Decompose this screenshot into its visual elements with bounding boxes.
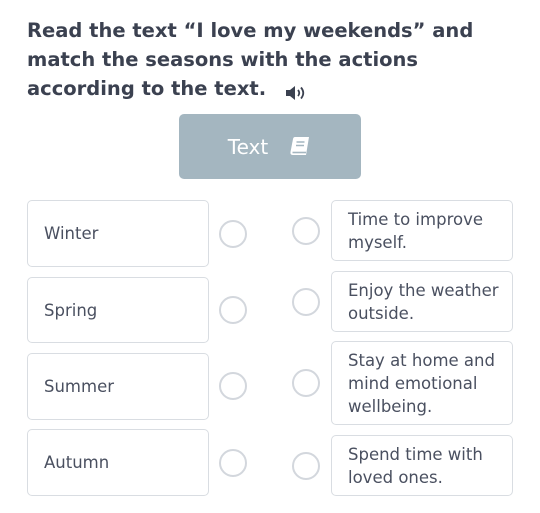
season-card-autumn[interactable]: Autumn xyxy=(27,429,209,496)
action-radio-1[interactable] xyxy=(292,217,320,245)
book-icon xyxy=(290,136,310,155)
action-radio-4[interactable] xyxy=(292,452,320,480)
action-label: Enjoy the weather outside. xyxy=(348,280,499,323)
action-card-1[interactable]: Time to improve myself. xyxy=(331,200,513,261)
season-card-winter[interactable]: Winter xyxy=(27,200,209,267)
season-radio-autumn[interactable] xyxy=(219,449,247,477)
instruction-text: Read the text “I love my weekends” and m… xyxy=(27,19,474,100)
text-button-label: Text xyxy=(227,134,269,159)
season-radio-summer[interactable] xyxy=(219,372,247,400)
season-card-spring[interactable]: Spring xyxy=(27,277,209,343)
action-radio-2[interactable] xyxy=(292,288,320,316)
season-radio-spring[interactable] xyxy=(219,296,247,324)
season-card-summer[interactable]: Summer xyxy=(27,353,209,420)
action-label: Spend time with loved ones. xyxy=(348,444,483,487)
instruction-heading: Read the text “I love my weekends” and m… xyxy=(27,16,497,103)
action-label: Stay at home and mind emotional wellbein… xyxy=(348,350,495,416)
action-card-3[interactable]: Stay at home and mind emotional wellbein… xyxy=(331,341,513,425)
season-label: Summer xyxy=(44,377,115,396)
action-radio-3[interactable] xyxy=(292,369,320,397)
season-radio-winter[interactable] xyxy=(219,220,247,248)
action-label: Time to improve myself. xyxy=(348,209,483,252)
text-button[interactable]: Text xyxy=(179,114,361,179)
season-label: Autumn xyxy=(44,453,110,472)
speaker-icon[interactable] xyxy=(285,81,307,100)
action-card-2[interactable]: Enjoy the weather outside. xyxy=(331,271,513,332)
season-label: Spring xyxy=(44,300,98,320)
season-label: Winter xyxy=(44,224,99,243)
action-card-4[interactable]: Spend time with loved ones. xyxy=(331,435,513,496)
